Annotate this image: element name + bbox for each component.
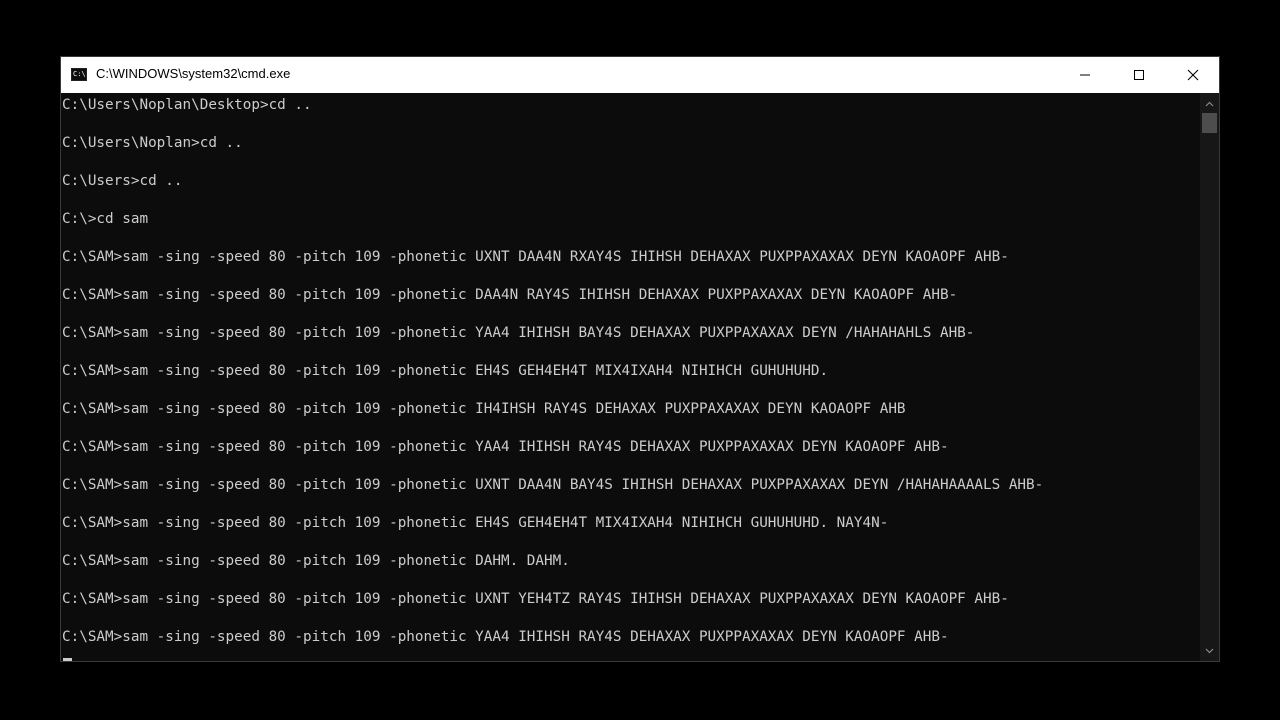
cmd-console-icon[interactable]: C:\ [71, 68, 87, 81]
minimize-icon [1080, 74, 1090, 76]
console-line: C:\>cd sam [62, 211, 149, 227]
close-button[interactable] [1166, 57, 1220, 93]
console-line: C:\SAM>sam -sing -speed 80 -pitch 109 -p… [62, 401, 906, 417]
vertical-scrollbar[interactable] [1200, 93, 1219, 661]
console-lines: C:\Users\Noplan\Desktop>cd .. C:\Users\N… [62, 96, 1043, 661]
console-line: C:\SAM>sam -sing -speed 80 -pitch 109 -p… [62, 477, 1044, 493]
text-cursor [63, 658, 72, 661]
console-output[interactable]: C:\Users\Noplan\Desktop>cd .. C:\Users\N… [61, 93, 1199, 661]
console-line: C:\Users\Noplan\Desktop>cd .. [62, 97, 312, 113]
console-line: C:\SAM>sam -sing -speed 80 -pitch 109 -p… [62, 249, 1009, 265]
cmd-console-icon-glyph: C:\ [73, 70, 86, 78]
scroll-down-button[interactable] [1200, 642, 1219, 659]
scroll-up-arrow-icon [1205, 101, 1214, 106]
console-line: C:\Users>cd .. [62, 173, 183, 189]
scroll-thumb[interactable] [1202, 113, 1217, 133]
console-line: C:\Users\Noplan>cd .. [62, 135, 243, 151]
cmd-window: C:\ C:\WINDOWS\system32\cmd.exe C:\Users… [60, 56, 1220, 662]
close-icon [1187, 69, 1199, 81]
title-bar[interactable]: C:\ C:\WINDOWS\system32\cmd.exe [61, 57, 1219, 93]
minimize-button[interactable] [1058, 57, 1112, 93]
maximize-icon [1134, 70, 1144, 80]
console-line: C:\SAM>sam -sing -speed 80 -pitch 109 -p… [62, 515, 889, 531]
console-line: C:\SAM>sam -sing -speed 80 -pitch 109 -p… [62, 591, 1009, 607]
scroll-up-button[interactable] [1200, 95, 1219, 112]
console-line: C:\SAM>sam -sing -speed 80 -pitch 109 -p… [62, 439, 949, 455]
console-line: C:\SAM>sam -sing -speed 80 -pitch 109 -p… [62, 325, 975, 341]
console-line: C:\SAM>sam -sing -speed 80 -pitch 109 -p… [62, 363, 829, 379]
maximize-button[interactable] [1112, 57, 1166, 93]
console-line: C:\SAM>sam -sing -speed 80 -pitch 109 -p… [62, 553, 570, 569]
console-line: C:\SAM>sam -sing -speed 80 -pitch 109 -p… [62, 287, 958, 303]
window-title: C:\WINDOWS\system32\cmd.exe [96, 66, 291, 81]
console-line: C:\SAM>sam -sing -speed 80 -pitch 109 -p… [62, 629, 949, 645]
scroll-down-arrow-icon [1205, 648, 1214, 653]
